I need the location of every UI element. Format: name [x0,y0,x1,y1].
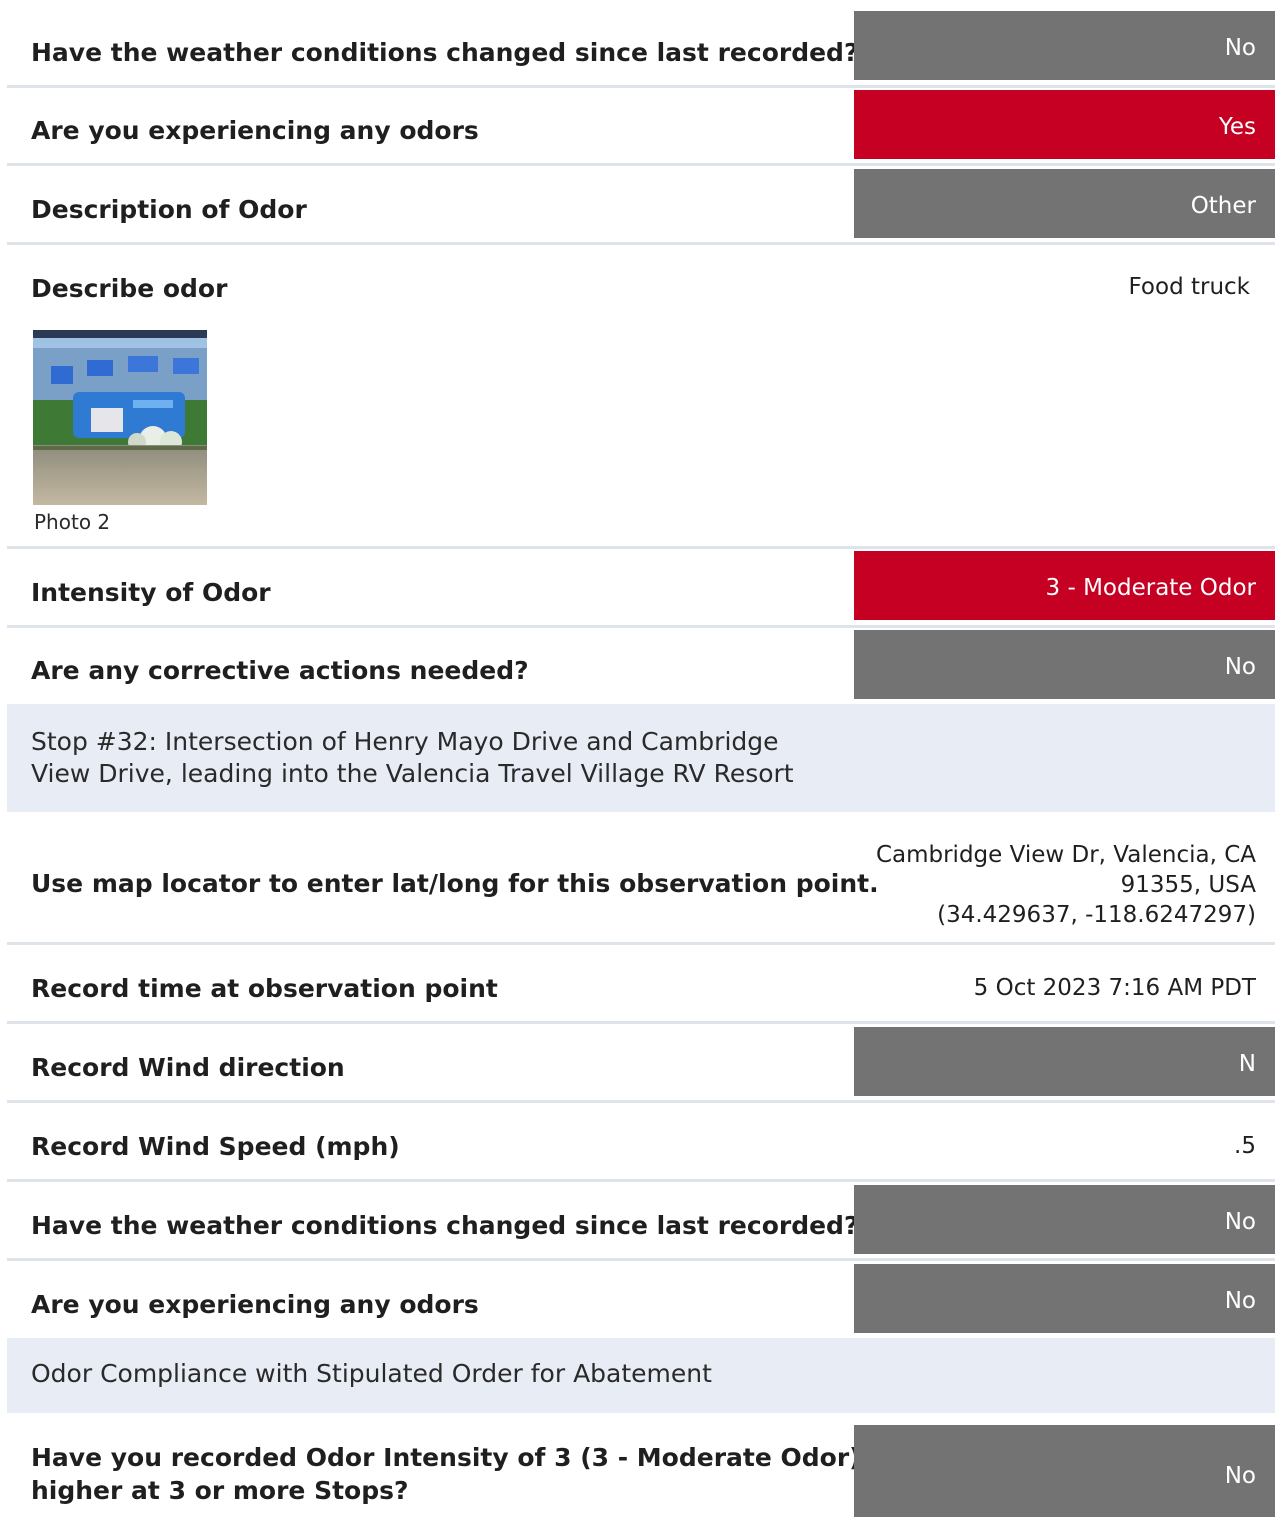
question-label: Are you experiencing any odors [31,116,479,145]
question-label: Record Wind direction [31,1053,345,1082]
form-row: Record time at observation point 5 Oct 2… [7,945,1275,1023]
answer-badge: No [854,1264,1275,1333]
section-title-line: Stop #32: Intersection of Henry Mayo Dri… [31,727,779,756]
question-label: Intensity of Odor [31,578,271,607]
answer-badge: No [854,1185,1275,1254]
question-label: Have the weather conditions changed sinc… [31,1211,859,1240]
form-row: Intensity of Odor 3 - Moderate Odor [7,546,1275,626]
question-label: Have you recorded Odor Intensity of 3 (3… [31,1441,899,1507]
location-postcode-line: 91355, USA [1120,872,1256,898]
question-label: Are any corrective actions needed? [31,656,529,685]
question-line: Have you recorded Odor Intensity of 3 (3… [31,1443,899,1472]
answer-text: Food truck [1128,274,1250,300]
form-row: Record Wind direction N [7,1022,1275,1102]
question-label: Description of Odor [31,195,307,224]
question-label: Have the weather conditions changed sinc… [31,38,859,67]
location-coordinates-line: (34.429637, -118.6247297) [937,902,1256,928]
form-row: Description of Odor Other [7,164,1275,244]
answer-badge: N [854,1027,1275,1096]
odor-photo-thumbnail[interactable] [33,330,207,505]
stop-section-header: Stop #32: Intersection of Henry Mayo Dri… [7,704,1275,812]
answer-text: .5 [1234,1133,1256,1159]
answer-badge: Other [854,169,1275,238]
answer-badge: Yes [854,90,1275,159]
form-row: Are you experiencing any odors Yes [7,85,1275,165]
form-row: Record Wind Speed (mph) .5 [7,1103,1275,1181]
question-label: Describe odor [31,274,228,303]
answer-badge: 3 - Moderate Odor [854,551,1275,620]
compliance-section-header: Odor Compliance with Stipulated Order fo… [7,1338,1275,1413]
question-label: Record Wind Speed (mph) [31,1132,400,1161]
answer-badge: No [854,11,1275,80]
form-row: Have you recorded Odor Intensity of 3 (3… [7,1413,1275,1517]
section-title-line: View Drive, leading into the Valencia Tr… [31,759,794,788]
question-line: higher at 3 or more Stops? [31,1476,409,1505]
answer-text: 5 Oct 2023 7:16 AM PDT [973,975,1256,1001]
form-row: Have the weather conditions changed sinc… [7,6,1275,86]
form-row: Are any corrective actions needed? No [7,625,1275,705]
form-row: Use map locator to enter lat/long for th… [7,812,1275,944]
form-row: Are you experiencing any odors No [7,1259,1275,1339]
food-truck-photo [33,330,207,505]
answer-badge: No [854,630,1275,699]
question-label: Record time at observation point [31,974,498,1003]
question-label: Use map locator to enter lat/long for th… [31,869,879,898]
answer-badge: No [854,1425,1275,1517]
location-address-line: Cambridge View Dr, Valencia, CA [875,842,1256,868]
section-title-line: Odor Compliance with Stipulated Order fo… [31,1359,712,1388]
question-label: Are you experiencing any odors [31,1290,479,1319]
form-row: Have the weather conditions changed sinc… [7,1180,1275,1260]
location-answer: Cambridge View Dr, Valencia, CA 91355, U… [876,840,1256,930]
photo-caption: Photo 2 [34,510,111,534]
